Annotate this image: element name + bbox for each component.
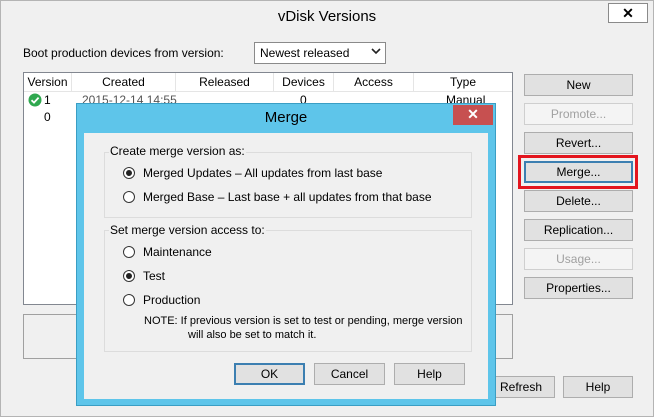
note-line-2: will also be set to match it. [188,329,317,341]
cell-version: 1 [44,93,51,107]
test-option[interactable]: Test [123,269,323,285]
cancel-button[interactable]: Cancel [314,363,385,385]
dialog-body: Create merge version as: Merged Updates … [84,133,488,399]
column-released[interactable]: Released [176,73,274,92]
maintenance-label: Maintenance [143,245,212,259]
merge-dialog: Merge ✕ Create merge version as: Merged … [76,103,496,406]
new-button[interactable]: New [524,74,633,96]
help-button[interactable]: Help [563,376,633,398]
dialog-title: Merge [264,109,308,126]
merge-highlight-box [518,155,638,189]
test-label: Test [143,269,166,283]
table-header: Version Created Released Devices Access … [24,73,512,92]
delete-button[interactable]: Delete... [524,190,633,212]
window-titlebar: vDisk Versions ✕ [1,1,653,32]
production-label: Production [143,293,201,307]
merge-type-group [104,152,472,218]
dialog-close-button[interactable]: ✕ [453,105,493,125]
column-created[interactable]: Created [72,73,176,92]
promote-button[interactable]: Promote... [524,103,633,125]
column-version[interactable]: Version [24,73,72,92]
production-radio[interactable] [123,294,135,306]
merged-base-option[interactable]: Merged Base – Last base + all updates fr… [123,190,463,206]
revert-button[interactable]: Revert... [524,132,633,154]
column-devices[interactable]: Devices [274,73,334,92]
window-close-button[interactable]: ✕ [608,3,648,23]
production-option[interactable]: Production [123,293,323,309]
usage-button[interactable]: Usage... [524,248,633,270]
merge-type-label: Create merge version as: [109,144,246,158]
merged-updates-option[interactable]: Merged Updates – All updates from last b… [123,166,463,182]
merged-updates-label: Merged Updates – All updates from last b… [143,166,383,180]
note-line-1: NOTE: If previous version is set to test… [144,315,463,327]
boot-version-value: Newest released [260,46,350,60]
cell-version: 0 [44,110,51,124]
refresh-button[interactable]: Refresh [487,376,555,398]
column-type[interactable]: Type [414,73,512,92]
replication-button[interactable]: Replication... [524,219,633,241]
dialog-help-button[interactable]: Help [394,363,465,385]
merged-updates-radio[interactable] [123,167,135,179]
maintenance-option[interactable]: Maintenance [123,245,323,261]
chevron-down-icon [371,45,381,60]
ok-button[interactable]: OK [234,363,305,385]
maintenance-radio[interactable] [123,246,135,258]
test-radio[interactable] [123,270,135,282]
check-icon [28,93,42,110]
boot-version-label: Boot production devices from version: [23,46,224,60]
boot-version-select[interactable]: Newest released [254,42,386,64]
column-access[interactable]: Access [334,73,414,92]
merged-base-label: Merged Base – Last base + all updates fr… [143,190,432,204]
merged-base-radio[interactable] [123,191,135,203]
access-label: Set merge version access to: [109,223,266,237]
properties-button[interactable]: Properties... [524,277,633,299]
window-title: vDisk Versions [277,8,377,25]
